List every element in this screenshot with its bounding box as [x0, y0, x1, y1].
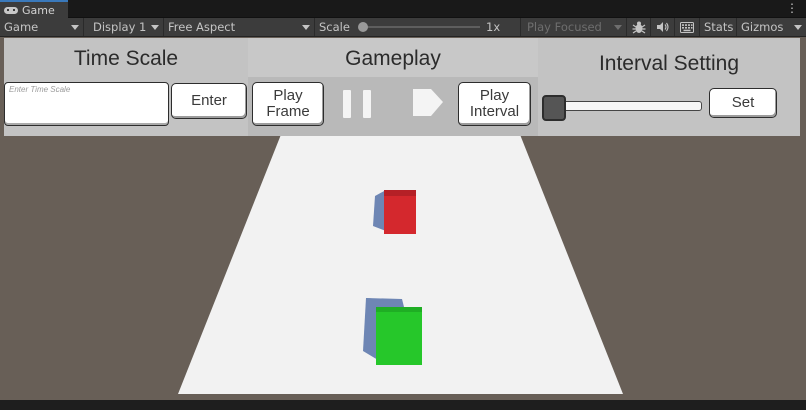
kebab-menu-icon[interactable]: ⋮ [786, 2, 798, 14]
game-tab-label: Game [22, 3, 55, 17]
play-interval-button[interactable]: Play Interval [458, 82, 531, 126]
time-scale-panel: Time Scale Enter Time Scale Enter [4, 38, 248, 136]
scale-slider-track[interactable] [363, 26, 480, 28]
speaker-icon[interactable] [651, 18, 675, 36]
window-tab-bar: Game ⋮ [0, 0, 806, 18]
scale-value: 1x [486, 20, 501, 34]
play-mode-label: Play Focused [527, 20, 602, 34]
view-mode-dropdown[interactable]: Game [0, 18, 84, 36]
gizmos-dropdown[interactable]: Gizmos [737, 18, 806, 36]
chevron-down-icon [614, 25, 622, 30]
game-tab[interactable]: Game [0, 0, 68, 18]
play-frame-button[interactable]: Play Frame [252, 82, 324, 126]
red-cube [373, 190, 416, 234]
view-mode-label: Game [4, 20, 39, 34]
gamepad-icon [4, 6, 18, 14]
chevron-down-icon [302, 25, 310, 30]
time-scale-title: Time Scale [73, 47, 179, 70]
play-mode-dropdown[interactable]: Play Focused [521, 18, 627, 36]
game-view-toolbar: Game Display 1 Free Aspect Scale 1x Play… [0, 18, 806, 37]
time-scale-input[interactable]: Enter Time Scale [4, 82, 169, 126]
display-label: Display 1 [93, 20, 147, 34]
chevron-down-icon [71, 25, 79, 30]
gizmos-label: Gizmos [741, 20, 784, 34]
interval-setting-panel: Interval Setting Set [538, 38, 800, 136]
set-button[interactable]: Set [709, 88, 777, 118]
green-cube [363, 298, 422, 365]
scale-slider-handle[interactable] [358, 22, 368, 32]
enter-button[interactable]: Enter [171, 83, 247, 119]
keyboard-icon[interactable] [675, 18, 700, 36]
aspect-dropdown[interactable]: Free Aspect [164, 18, 315, 36]
gameplay-panel: Gameplay Play Frame Play Interval [248, 38, 538, 136]
stats-label: Stats [704, 20, 734, 34]
chevron-down-icon [794, 25, 802, 30]
display-dropdown[interactable]: Display 1 [84, 18, 164, 36]
interval-slider-track[interactable] [547, 101, 702, 111]
game-viewport[interactable]: Time Scale Enter Time Scale Enter Gamepl… [0, 37, 806, 400]
bug-icon[interactable] [627, 18, 651, 36]
aspect-label: Free Aspect [168, 20, 236, 34]
gameplay-title: Gameplay [345, 47, 441, 70]
scale-label: Scale [319, 20, 350, 34]
interval-setting-title: Interval Setting [598, 52, 740, 75]
play-icon[interactable] [411, 86, 447, 122]
interval-slider-handle[interactable] [542, 95, 566, 121]
time-scale-placeholder: Enter Time Scale [9, 85, 71, 94]
chevron-down-icon [151, 25, 159, 30]
stats-button[interactable]: Stats [700, 18, 737, 36]
bottom-edge [0, 400, 806, 410]
pause-icon[interactable] [342, 90, 376, 118]
